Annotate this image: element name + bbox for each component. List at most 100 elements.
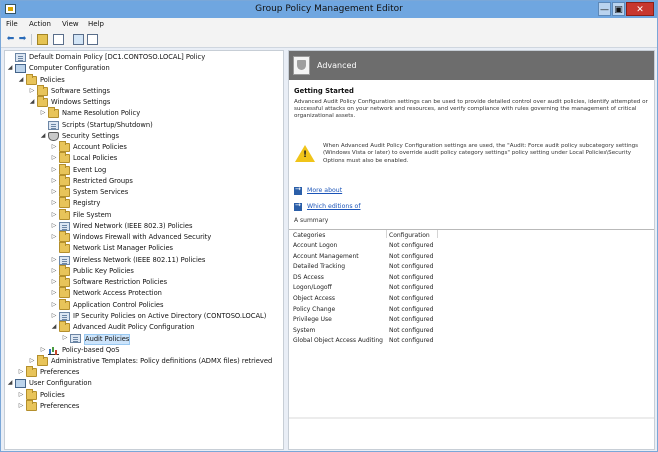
collapse-arrow-icon[interactable]: ◢	[51, 323, 57, 331]
show-hide-tree-icon[interactable]	[53, 34, 64, 45]
more-about-link-icon[interactable]	[294, 185, 302, 195]
more-about-link[interactable]: More about	[307, 187, 342, 194]
table-row[interactable]: DS Access Not configured	[289, 273, 439, 282]
tree-node[interactable]: ▷ Network Access Protection	[5, 287, 283, 299]
tree-node[interactable]: ▷ Wireless Network (IEEE 802.11) Policies	[5, 255, 283, 266]
expand-arrow-icon[interactable]: ▷	[51, 188, 57, 196]
tree-node-label[interactable]: Restricted Groups	[73, 177, 133, 186]
table-row[interactable]: Global Object Access Auditing Not configu…	[289, 336, 439, 345]
table-row[interactable]: Account Management Not configured	[289, 252, 439, 261]
tree-node-label[interactable]: Public Key Policies	[73, 267, 134, 276]
tree-node[interactable]: ▷ Windows Firewall with Advanced Security	[5, 231, 283, 243]
tree-node-label[interactable]: File System	[73, 211, 111, 220]
tree-node-label[interactable]: Windows Firewall with Advanced Security	[73, 233, 211, 242]
tree-node[interactable]: ▷ Local Policies	[5, 152, 283, 164]
tree-node-label[interactable]: Event Log	[73, 166, 106, 175]
expand-arrow-icon[interactable]: ▷	[51, 289, 57, 297]
tree-node[interactable]: ▷ Software Restriction Policies	[5, 276, 283, 288]
expand-arrow-icon[interactable]: ▷	[51, 301, 57, 309]
table-row[interactable]: Policy Change Not configured	[289, 305, 439, 314]
tree-node-label[interactable]: Computer Configuration	[29, 64, 110, 73]
tree-node[interactable]: ▷ Application Control Policies	[5, 298, 283, 311]
tree-node[interactable]: ▷ Preferences	[5, 399, 283, 412]
up-folder-icon[interactable]	[37, 34, 48, 45]
expand-arrow-icon[interactable]: ▷	[51, 143, 57, 151]
tree-node-label[interactable]: Policies	[40, 391, 65, 400]
expand-arrow-icon[interactable]: ▷	[51, 233, 57, 241]
help-icon[interactable]	[73, 34, 84, 45]
menu-action[interactable]: Action	[29, 20, 51, 28]
expand-arrow-icon[interactable]: ▷	[51, 312, 57, 320]
tree-node[interactable]: ▷ Software Settings	[5, 84, 283, 97]
forward-arrow-icon[interactable]: ➡	[17, 34, 28, 45]
which-editions-link-icon[interactable]	[294, 201, 302, 211]
tree-node-label[interactable]: Wireless Network (IEEE 802.11) Policies	[73, 256, 205, 265]
tree-node-label[interactable]: Local Policies	[73, 154, 117, 163]
expand-arrow-icon[interactable]: ▷	[51, 199, 57, 207]
table-row[interactable]: Account Logon Not configured	[289, 241, 439, 250]
column-divider[interactable]	[437, 230, 438, 238]
table-row[interactable]: Detailed Tracking Not configured	[289, 262, 439, 271]
tree-node[interactable]: ▷ Audit Policies	[5, 333, 283, 346]
tree-node-label[interactable]: Software Restriction Policies	[73, 278, 167, 287]
minimize-button[interactable]: —	[598, 2, 611, 16]
column-divider[interactable]	[386, 230, 387, 238]
tree-node[interactable]: ▷ Name Resolution Policy	[5, 107, 283, 119]
column-header-categories[interactable]: Categories	[293, 232, 325, 239]
expand-arrow-icon[interactable]: ▷	[51, 256, 57, 264]
tree-node-label[interactable]: Software Settings	[51, 87, 110, 96]
tree-node[interactable]: ◢ User Configuration	[5, 378, 283, 389]
tree-node[interactable]: ▷ IP Security Policies on Active Director…	[5, 311, 283, 322]
expand-arrow-icon[interactable]: ▷	[18, 402, 24, 410]
expand-arrow-icon[interactable]: ▷	[51, 154, 57, 162]
expand-arrow-icon[interactable]: ▷	[18, 391, 24, 399]
expand-arrow-icon[interactable]: ▷	[40, 346, 46, 354]
tree-node-label[interactable]: Account Policies	[73, 143, 127, 152]
tree-node[interactable]: Network List Manager Policies	[5, 242, 283, 254]
close-button[interactable]: ✕	[626, 2, 654, 16]
tree-node-label[interactable]: Security Settings	[62, 132, 119, 141]
tree-node[interactable]: ▷ Registry	[5, 197, 283, 209]
menu-help[interactable]: Help	[88, 20, 104, 28]
expand-arrow-icon[interactable]: ▷	[51, 211, 57, 219]
table-row[interactable]: System Not configured	[289, 326, 439, 335]
collapse-arrow-icon[interactable]: ◢	[7, 379, 13, 387]
tree-node[interactable]: ▷ Preferences	[5, 366, 283, 378]
tree-node[interactable]: ▷ Wired Network (IEEE 802.3) Policies	[5, 221, 283, 232]
expand-arrow-icon[interactable]: ▷	[62, 334, 68, 342]
tree-node-label[interactable]: Scripts (Startup/Shutdown)	[62, 121, 153, 130]
tree-node[interactable]: Default Domain Policy [DC1.CONTOSO.LOCAL…	[5, 52, 283, 63]
tree-node[interactable]: ▷ Restricted Groups	[5, 174, 283, 187]
tree-node[interactable]: ▷ Public Key Policies	[5, 264, 283, 277]
tree-node-label[interactable]: System Services	[73, 188, 128, 197]
tree-node-label[interactable]: Name Resolution Policy	[62, 109, 140, 118]
table-row[interactable]: Logon/Logoff Not configured	[289, 283, 439, 292]
tree-node-label[interactable]: IP Security Policies on Active Directory…	[73, 312, 266, 321]
expand-arrow-icon[interactable]: ▷	[51, 177, 57, 185]
tree-node-label[interactable]: Advanced Audit Policy Configuration	[73, 323, 195, 332]
tree-node[interactable]: ▷ Policies	[5, 388, 283, 401]
tree-node[interactable]: ◢ Advanced Audit Policy Configuration	[5, 321, 283, 333]
table-row[interactable]: Privilege Use Not configured	[289, 315, 439, 324]
tree-node[interactable]: ◢ Windows Settings	[5, 96, 283, 108]
tree-node[interactable]: Scripts (Startup/Shutdown)	[5, 120, 283, 131]
expand-arrow-icon[interactable]: ▷	[18, 368, 24, 376]
tree-node-label[interactable]: Application Control Policies	[73, 301, 164, 310]
tree-node[interactable]: ▷ Event Log	[5, 163, 283, 176]
tree-node-label[interactable]: Administrative Templates: Policy definit…	[51, 357, 272, 366]
expand-arrow-icon[interactable]: ▷	[51, 222, 57, 230]
view-icon[interactable]	[87, 34, 98, 45]
back-arrow-icon[interactable]: ⬅	[5, 34, 16, 45]
collapse-arrow-icon[interactable]: ◢	[29, 98, 35, 106]
which-editions-link[interactable]: Which editions of	[307, 203, 361, 210]
tree-node-label[interactable]: Wired Network (IEEE 802.3) Policies	[73, 222, 192, 231]
tree-node-label[interactable]: Network Access Protection	[73, 289, 162, 298]
tree-node[interactable]: ◢ Computer Configuration	[5, 63, 283, 74]
table-row[interactable]: Object Access Not configured	[289, 294, 439, 303]
tree-node[interactable]: ◢ Security Settings	[5, 131, 283, 142]
collapse-arrow-icon[interactable]: ◢	[40, 132, 46, 140]
tree-node-label[interactable]: Policies	[40, 76, 65, 85]
tree-node[interactable]: ▷ System Services	[5, 186, 283, 198]
tree-node-label[interactable]: User Configuration	[29, 379, 92, 388]
tree-node-label[interactable]: Policy-based QoS	[62, 346, 119, 355]
